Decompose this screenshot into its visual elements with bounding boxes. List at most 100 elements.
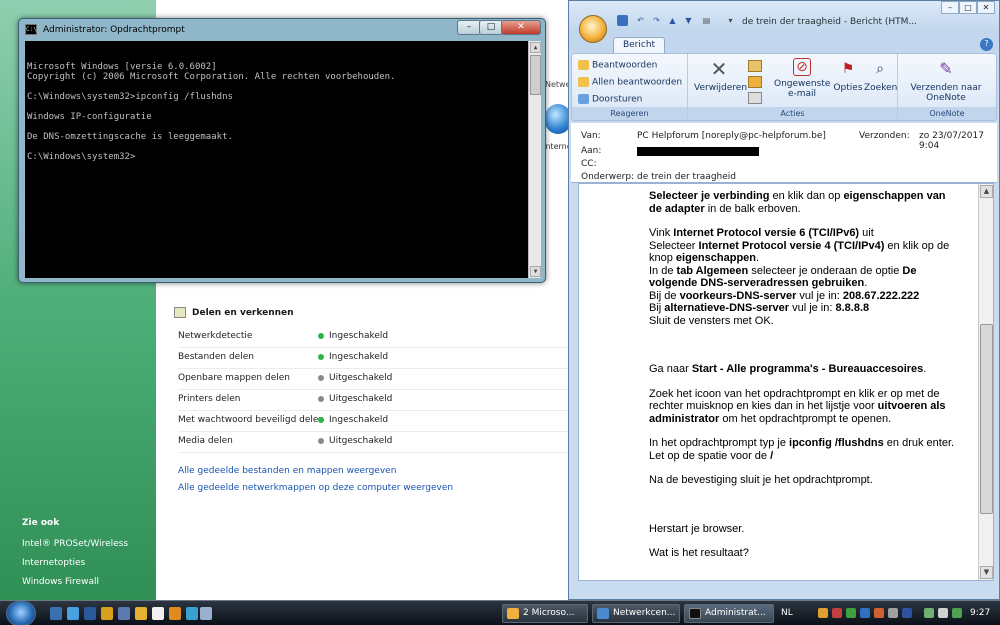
- junk-label: Ongewenste e-mail: [774, 79, 831, 99]
- cmd-scrollbar[interactable]: ▲ ▼: [528, 41, 541, 278]
- sidebar-link-proset[interactable]: Intel® PROSet/Wireless: [22, 539, 128, 549]
- scroll-up-arrow-icon[interactable]: ▲: [980, 185, 993, 198]
- cmd-scroll-thumb[interactable]: [530, 55, 541, 95]
- delete-button[interactable]: ✕ Verwijderen: [694, 58, 747, 93]
- task-network-center[interactable]: Netwerkcen...: [592, 604, 680, 623]
- outlook-close-button[interactable]: ✕: [977, 1, 995, 14]
- reply-all-button[interactable]: Allen beantwoorden: [578, 77, 682, 88]
- scroll-up-arrow-icon[interactable]: ▲: [530, 42, 541, 53]
- tray-icon-1[interactable]: [818, 608, 828, 618]
- share-setting-row[interactable]: Printers delen Uitgeschakeld: [178, 390, 568, 411]
- send-to-onenote-button[interactable]: ✎ Verzenden naar OneNote: [904, 58, 988, 103]
- firefox-icon[interactable]: [169, 607, 181, 620]
- body-paragraph: Wat is het resultaat?: [649, 547, 749, 559]
- message-scroll-thumb[interactable]: [980, 324, 993, 514]
- network-tray-icon[interactable]: [924, 608, 934, 618]
- tab-bericht[interactable]: Bericht: [613, 37, 665, 53]
- help-icon[interactable]: ?: [980, 38, 993, 51]
- chrome-icon[interactable]: [186, 607, 198, 620]
- move-icon[interactable]: [748, 60, 762, 72]
- outlook-window-buttons: – □ ✕: [941, 1, 995, 15]
- share-setting-row[interactable]: Met wachtwoord beveiligd delen Ingeschake…: [178, 411, 568, 432]
- rules-icon[interactable]: [748, 76, 762, 88]
- task-label: Netwerkcen...: [613, 608, 676, 618]
- reply-button[interactable]: Beantwoorden: [578, 60, 657, 71]
- task-label: 2 Microso...: [523, 608, 575, 618]
- close-button[interactable]: ✕: [501, 20, 541, 35]
- share-setting-status: Uitgeschakeld: [329, 394, 393, 404]
- print-icon[interactable]: ▤: [701, 15, 712, 26]
- body-text: vul je in:: [789, 302, 836, 314]
- document-icon[interactable]: [152, 607, 164, 620]
- outlook-quicklaunch-icon[interactable]: [135, 607, 147, 620]
- body-bold: Internet Protocol versie 6 (TCI/IPv6): [673, 227, 860, 239]
- show-shared-folders-link[interactable]: Alle gedeelde netwerkmappen op deze comp…: [178, 483, 453, 493]
- cmd-titlebar[interactable]: C:\ Administrator: Opdrachtprompt – □ ✕: [19, 19, 545, 41]
- tray-icon-4[interactable]: [860, 608, 870, 618]
- show-shared-files-link[interactable]: Alle gedeelde bestanden en mappen weerge…: [178, 466, 396, 476]
- cmd-console[interactable]: Microsoft Windows [versie 6.0.6002] Copyr…: [25, 41, 541, 278]
- cmd-line: [27, 142, 539, 152]
- share-setting-row[interactable]: Media delen Uitgeschakeld: [178, 432, 568, 453]
- sidebar-link-internet-options[interactable]: Internetopties: [22, 558, 85, 568]
- body-text: in de balk erboven.: [704, 202, 801, 215]
- options-button[interactable]: ⚑ Opties: [832, 58, 864, 93]
- previous-item-icon[interactable]: ▲: [667, 15, 678, 26]
- language-indicator[interactable]: NL: [781, 608, 793, 618]
- body-paragraph: Bij de voorkeurs-DNS-server vul je in: 2…: [649, 290, 959, 303]
- outlook-maximize-button[interactable]: □: [959, 1, 977, 14]
- maximize-button[interactable]: □: [479, 20, 503, 35]
- undo-icon[interactable]: ↶: [635, 15, 646, 26]
- save-icon[interactable]: [617, 15, 628, 26]
- explorer-icon[interactable]: [118, 607, 130, 620]
- switch-windows-icon[interactable]: [84, 607, 96, 620]
- onenote-icon: ✎: [939, 59, 953, 78]
- find-button[interactable]: ⌕ Zoeken: [864, 58, 897, 93]
- ie-icon[interactable]: [67, 607, 79, 620]
- volume-icon[interactable]: [938, 608, 948, 618]
- binoculars-icon: ⌕: [876, 61, 884, 77]
- message-scrollbar[interactable]: ▲ ▼: [978, 184, 993, 580]
- cmd-line: [27, 82, 539, 92]
- group-label-acties: Acties: [688, 107, 897, 120]
- share-setting-status: Uitgeschakeld: [329, 373, 393, 383]
- scroll-down-arrow-icon[interactable]: ▼: [530, 266, 541, 277]
- junk-mail-button[interactable]: ⊘ Ongewenste e-mail: [774, 58, 830, 99]
- forward-button[interactable]: Doorsturen: [578, 94, 642, 105]
- power-icon[interactable]: [952, 608, 962, 618]
- bluetooth-icon[interactable]: [902, 608, 912, 618]
- share-setting-row[interactable]: Bestanden delen Ingeschakeld: [178, 348, 568, 369]
- sidebar-link-firewall[interactable]: Windows Firewall: [22, 577, 99, 587]
- from-value[interactable]: PC Helpforum [noreply@pc-helpforum.be]: [637, 131, 826, 141]
- task-outlook[interactable]: 2 Microso...: [502, 604, 588, 623]
- cmd-window[interactable]: C:\ Administrator: Opdrachtprompt – □ ✕ Mi…: [18, 18, 546, 283]
- start-button[interactable]: [6, 601, 36, 625]
- next-item-icon[interactable]: ▼: [683, 15, 694, 26]
- clock[interactable]: 9:27: [970, 608, 990, 618]
- other-actions-icon[interactable]: [748, 92, 762, 104]
- body-bold: /: [770, 449, 774, 462]
- outlook-minimize-button[interactable]: –: [941, 1, 959, 14]
- app-icon[interactable]: [200, 607, 212, 620]
- redo-icon[interactable]: ↷: [651, 15, 662, 26]
- tray-icon-6[interactable]: [888, 608, 898, 618]
- tray-icon-3[interactable]: [846, 608, 856, 618]
- show-desktop-icon[interactable]: [50, 607, 62, 620]
- tray-icon-2[interactable]: [832, 608, 842, 618]
- office-button[interactable]: [579, 15, 607, 43]
- customize-toolbar-icon[interactable]: ▾: [725, 15, 736, 26]
- tray-icon-5[interactable]: [874, 608, 884, 618]
- task-cmd[interactable]: Administrat...: [684, 604, 774, 623]
- scroll-down-arrow-icon[interactable]: ▼: [980, 566, 993, 579]
- message-body[interactable]: Selecteer je verbinding en klik dan op e…: [578, 183, 994, 581]
- media-player-icon[interactable]: [101, 607, 113, 620]
- message-header: Van: PC Helpforum [noreply@pc-helpforum.…: [571, 123, 997, 183]
- share-setting-row[interactable]: Netwerkdetectie Ingeschakeld: [178, 327, 568, 348]
- minimize-button[interactable]: –: [457, 20, 481, 35]
- share-setting-row[interactable]: Openbare mappen delen Uitgeschakeld: [178, 369, 568, 390]
- from-label: Van:: [581, 131, 601, 141]
